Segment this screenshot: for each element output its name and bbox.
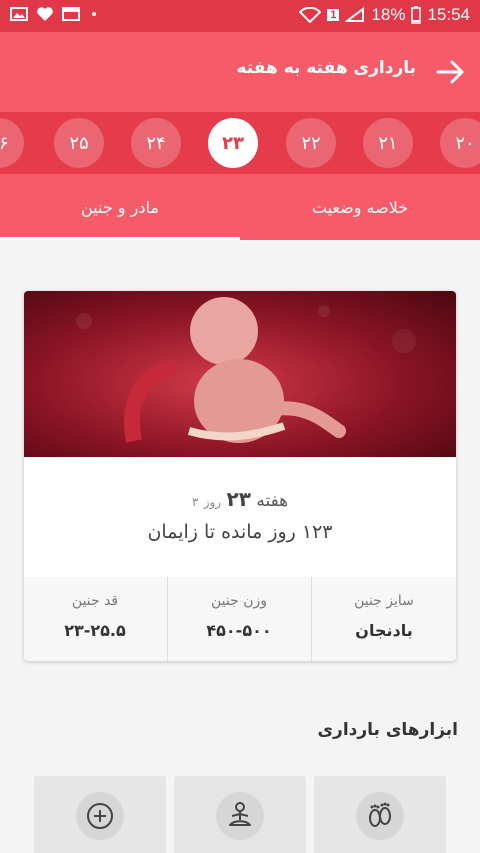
heart-icon — [37, 7, 53, 21]
battery-icon — [411, 6, 422, 24]
battery-percent: 18% — [371, 5, 406, 24]
footprints-icon — [369, 802, 391, 827]
page-title: بارداری هفته به هفته — [236, 58, 416, 78]
fetus-illustration — [76, 297, 416, 443]
week-info: هفته ۲۳ روز ۳ ۱۲۳ روز مانده تا زایمان — [24, 457, 456, 577]
fetus-stats: سایز جنین بادنجان وزن جنین ۴۵۰-۵۰۰ قد جن… — [24, 577, 456, 661]
notification-dot-icon — [92, 12, 96, 16]
day-label: روز — [203, 495, 222, 509]
app-bar: بارداری هفته به هفته — [0, 32, 480, 112]
wifi-icon — [299, 7, 322, 23]
image-icon — [10, 7, 28, 21]
signal-icon — [345, 7, 365, 22]
fetus-image — [24, 291, 456, 457]
tool-add[interactable] — [34, 776, 166, 853]
sim-indicator: 1 — [327, 9, 340, 21]
tool-kick-counter[interactable] — [314, 776, 446, 853]
tools-title: ابزارهای بارداری — [317, 720, 458, 740]
stat-label: وزن جنین — [210, 593, 267, 609]
tab-bar: خلاصه وضعیت مادر و جنین — [0, 174, 480, 240]
meditation-icon — [229, 802, 251, 826]
tab-summary[interactable]: خلاصه وضعیت — [240, 174, 480, 240]
stat-height: قد جنین ۲۳-۲۵.۵ — [24, 577, 168, 661]
status-bar: 1 18% 15:54 — [0, 0, 480, 32]
week-card[interactable]: هفته ۲۳ روز ۳ ۱۲۳ روز مانده تا زایمان سا… — [24, 291, 456, 661]
week-item[interactable]: ۲۶ — [0, 118, 24, 168]
week-item[interactable]: ۲۴ — [131, 118, 181, 168]
tab-mother-baby[interactable]: مادر و جنین — [0, 174, 240, 240]
add-circle-icon — [87, 803, 113, 829]
stat-label: سایز جنین — [354, 593, 414, 609]
week-label: هفته — [256, 491, 289, 511]
week-selector[interactable]: ۲۶ ۲۵ ۲۴ ۲۳ ۲۲ ۲۱ ۲۰ — [0, 112, 480, 174]
stat-value: ۲۳-۲۵.۵ — [64, 621, 126, 640]
week-item[interactable]: ۲۱ — [363, 118, 413, 168]
clock: 15:54 — [427, 5, 470, 24]
day-value: ۳ — [191, 495, 199, 509]
stat-value: ۴۵۰-۵۰۰ — [206, 621, 272, 640]
week-item[interactable]: ۲۲ — [286, 118, 336, 168]
stat-size: سایز جنین بادنجان — [312, 577, 456, 661]
days-remaining: ۱۲۳ روز مانده تا زایمان — [147, 521, 333, 543]
browser-icon — [62, 7, 80, 21]
stat-label: قد جنین — [71, 593, 119, 609]
week-value: ۲۳ — [226, 487, 251, 511]
week-item[interactable]: ۲۵ — [54, 118, 104, 168]
stat-value: بادنجان — [355, 621, 413, 640]
week-item-selected[interactable]: ۲۳ — [208, 118, 258, 168]
arrow-right-icon[interactable] — [434, 56, 466, 88]
stat-weight: وزن جنین ۴۵۰-۵۰۰ — [168, 577, 312, 661]
week-item[interactable]: ۲۰ — [440, 118, 480, 168]
tool-meditation[interactable] — [174, 776, 306, 853]
week-day-line: هفته ۲۳ روز ۳ — [24, 487, 456, 511]
